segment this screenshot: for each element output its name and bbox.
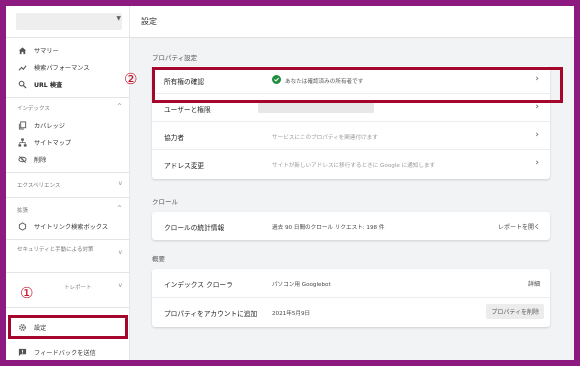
row-value: パソコン用 Googlebot	[272, 282, 331, 288]
sidebar-item-label: サマリー	[34, 48, 59, 55]
sidebar-item-url-inspection[interactable]: URL 検査	[6, 76, 130, 93]
chevron-down-icon[interactable]: v	[118, 249, 122, 256]
row-value: あなたは確認済みの所有者です	[285, 79, 364, 85]
sidebar-item-removals[interactable]: 削除	[6, 151, 130, 168]
divider	[6, 97, 130, 98]
remove-property-button[interactable]: プロパティを削除	[486, 304, 544, 319]
check-circle-icon	[272, 75, 281, 84]
row-label: クロールの統計情報	[164, 224, 225, 232]
divider	[6, 197, 130, 198]
redacted-value	[258, 102, 374, 113]
chevron-right-icon: ›	[535, 130, 539, 140]
row-label: インデックス クローラ	[164, 281, 233, 289]
crawl-card: クロールの統計情報 過去 90 日間のクロール リクエスト: 198 件 レポー…	[152, 212, 550, 240]
details-link[interactable]: 詳細	[528, 279, 540, 288]
sidebar: ▼ サマリー 検索パフォーマンス URL 検査 インデックス ^ カバレッジ サ…	[6, 6, 130, 360]
chevron-down-icon[interactable]: v	[118, 180, 122, 187]
trending-up-icon	[17, 63, 27, 73]
caret-down-icon: ▼	[116, 15, 121, 22]
chevron-down-icon[interactable]: v	[118, 282, 122, 289]
sidebar-item-label: URL 検査	[34, 82, 63, 89]
sitemap-icon	[17, 138, 27, 148]
sidebar-item-coverage[interactable]: カバレッジ	[6, 117, 130, 134]
divider	[6, 172, 130, 173]
property-settings-card: 所有権の確認 あなたは確認済みの所有者です › ユーザーと権限 › 協力者 サー…	[152, 66, 550, 179]
divider	[6, 272, 130, 273]
section-security: セキュリティと手動による対策	[17, 247, 94, 253]
sidebar-item-sitelinks[interactable]: サイトリンク検索ボックス	[6, 218, 130, 235]
settings-row-ownership[interactable]: 所有権の確認 あなたは確認済みの所有者です ›	[152, 66, 550, 94]
app-frame: ▼ サマリー 検索パフォーマンス URL 検査 インデックス ^ カバレッジ サ…	[6, 6, 574, 360]
sidebar-item-label: フィードバックを送信	[34, 350, 96, 357]
divider	[6, 37, 130, 38]
settings-row-change-of-address[interactable]: アドレス変更 サイトが新しいアドレスに移行するときに Google に通知します…	[152, 150, 550, 178]
divider	[6, 307, 130, 308]
settings-row-crawler: インデックス クローラ パソコン用 Googlebot 詳細	[152, 269, 550, 298]
row-label: ユーザーと権限	[164, 106, 211, 114]
settings-row-users[interactable]: ユーザーと権限 ›	[152, 94, 550, 122]
section-title-crawl: クロール	[152, 198, 178, 206]
row-value: サービスにこのプロパティを関連付けます	[272, 135, 378, 141]
settings-row-crawl-stats[interactable]: クロールの統計情報 過去 90 日間のクロール リクエスト: 198 件 レポー…	[152, 212, 550, 240]
annotation-badge-2: ②	[124, 70, 138, 88]
divider	[6, 239, 130, 240]
row-label: 所有権の確認	[164, 78, 205, 86]
chevron-right-icon: ›	[535, 74, 539, 84]
chevron-right-icon: ›	[535, 102, 539, 112]
sidebar-item-label: カバレッジ	[34, 123, 65, 130]
open-report-button[interactable]: レポートを開く	[498, 222, 540, 231]
sidebar-item-label: サイトリンク検索ボックス	[34, 224, 109, 231]
annotation-badge-1: ①	[20, 284, 34, 302]
settings-row-associations[interactable]: 協力者 サービスにこのプロパティを関連付けます ›	[152, 122, 550, 150]
page-title: 設定	[141, 17, 157, 26]
settings-row-added: プロパティをアカウントに追加 2021年5月9日 プロパティを削除	[152, 298, 550, 327]
row-value: サイトが新しいアドレスに移行するときに Google に通知します	[272, 163, 436, 169]
sidebar-item-label: 削除	[34, 157, 47, 164]
section-title-property: プロパティ設定	[152, 54, 198, 62]
copy-icon	[17, 121, 27, 131]
about-card: インデックス クローラ パソコン用 Googlebot 詳細 プロパティをアカウ…	[152, 269, 550, 327]
chevron-up-icon[interactable]: ^	[117, 205, 122, 212]
diamond-icon	[17, 222, 27, 232]
section-experience: エクスペリエンス	[17, 183, 61, 189]
row-value: 2021年5月9日	[272, 311, 311, 317]
row-label: アドレス変更	[164, 162, 205, 170]
chevron-right-icon: ›	[535, 158, 539, 168]
sidebar-item-sitemaps[interactable]: サイトマップ	[6, 134, 130, 151]
sidebar-item-performance[interactable]: 検索パフォーマンス	[6, 59, 130, 76]
eye-off-icon	[17, 155, 27, 165]
property-selector[interactable]: ▼	[16, 13, 122, 30]
chevron-up-icon[interactable]: ^	[117, 103, 122, 110]
top-bar: 設定	[130, 6, 574, 38]
settings-highlight-box	[8, 315, 128, 339]
search-icon	[17, 80, 27, 90]
sidebar-item-label: サイトマップ	[34, 140, 72, 147]
sidebar-item-overview[interactable]: サマリー	[6, 42, 130, 59]
sidebar-item-label: 検索パフォーマンス	[34, 65, 90, 72]
row-label: 協力者	[164, 134, 185, 142]
section-title-about: 概要	[152, 255, 165, 263]
row-label: プロパティをアカウントに追加	[164, 310, 258, 318]
sidebar-item-feedback[interactable]: フィードバックを送信	[6, 344, 130, 360]
section-enhancements: 拡張	[17, 208, 29, 214]
section-legacy: トレポート	[64, 285, 92, 291]
feedback-icon	[17, 348, 27, 358]
main-content: プロパティ設定 所有権の確認 あなたは確認済みの所有者です › ユーザーと権限 …	[130, 38, 574, 360]
row-value: 過去 90 日間のクロール リクエスト: 198 件	[272, 225, 385, 231]
home-icon	[17, 46, 27, 56]
section-index: インデックス	[17, 106, 50, 112]
